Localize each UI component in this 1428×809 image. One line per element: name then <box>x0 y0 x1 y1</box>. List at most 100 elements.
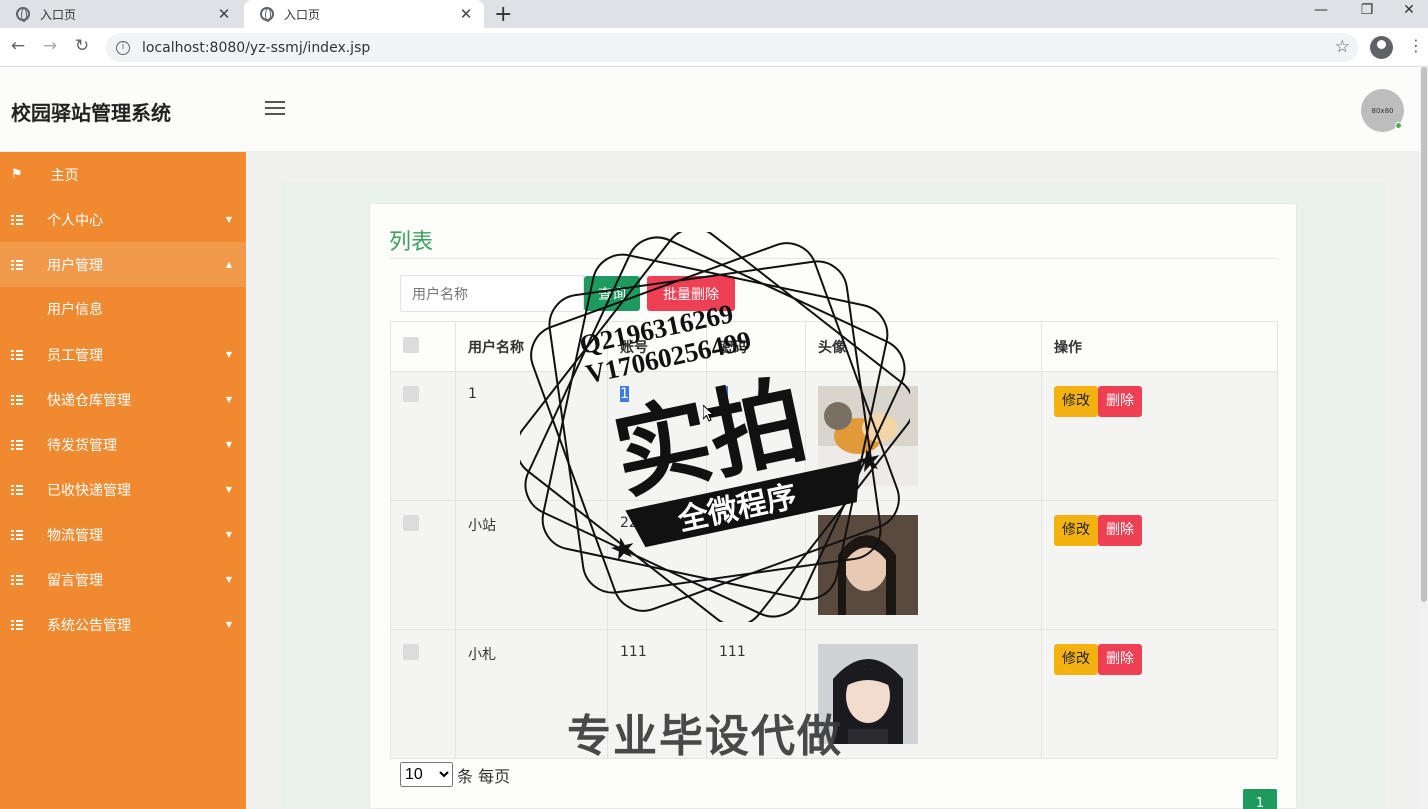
sidebar-item-label: 已收快递管理 <box>47 482 131 499</box>
cell-password: 1 <box>706 371 806 501</box>
minimize-button[interactable]: — <box>1298 2 1344 18</box>
sidebar-item-user-management[interactable]: 用户管理 ▲ <box>0 242 246 287</box>
cell-username: 小札 <box>455 629 608 759</box>
select-all-checkbox[interactable] <box>403 336 419 353</box>
cell-account: 1 <box>607 371 707 501</box>
page-title: 列表 <box>389 230 434 255</box>
sidebar-item-home[interactable]: ⚑ 主页 <box>0 152 246 197</box>
delete-button[interactable]: 删除 <box>1098 644 1142 675</box>
cell-account: 222 <box>607 500 707 630</box>
sidebar-item-received-express[interactable]: 已收快递管理 ▼ <box>0 467 246 512</box>
browser-tab-1[interactable]: 入口页 ✕ <box>0 0 242 28</box>
cell-avatar <box>805 629 1042 759</box>
restore-button[interactable]: ❐ <box>1344 2 1390 18</box>
close-tab-icon[interactable]: ✕ <box>458 5 474 23</box>
row-checkbox[interactable] <box>403 386 419 402</box>
bookmark-star-icon[interactable]: ☆ <box>1335 37 1350 57</box>
grid-icon <box>11 214 23 225</box>
divider <box>389 258 1278 259</box>
row-checkbox[interactable] <box>403 644 419 660</box>
sidebar-item-label: 用户管理 <box>47 257 103 274</box>
profile-icon[interactable] <box>1370 36 1393 59</box>
grid-icon <box>11 574 23 585</box>
sidebar-item-label: 系统公告管理 <box>47 617 131 634</box>
row-checkbox[interactable] <box>403 515 419 531</box>
back-icon[interactable]: ← <box>8 36 28 56</box>
sidebar-item-pending-shipment[interactable]: 待发货管理 ▼ <box>0 422 246 467</box>
scrollbar-thumb[interactable] <box>1421 67 1427 602</box>
edit-button[interactable]: 修改 <box>1054 515 1098 546</box>
sidebar-item-label: 员工管理 <box>47 347 103 364</box>
cell-account: 111 <box>607 629 707 759</box>
batch-delete-button[interactable]: 批量删除 <box>647 276 735 311</box>
column-header-username: 用户名称 <box>455 321 608 372</box>
delete-button[interactable]: 删除 <box>1098 515 1142 546</box>
cell-actions: 修改 删除 <box>1041 500 1278 630</box>
close-window-button[interactable]: ✕ <box>1390 2 1428 18</box>
edit-button[interactable]: 修改 <box>1054 644 1098 675</box>
selected-text: 1 <box>620 386 629 402</box>
sidebar-item-label: 物流管理 <box>47 527 103 544</box>
sidebar-item-messages[interactable]: 留言管理 ▼ <box>0 557 246 602</box>
chevron-down-icon: ▼ <box>225 530 232 539</box>
url-field[interactable]: i localhost:8080/yz-ssmj/index.jsp ☆ <box>106 33 1358 62</box>
sidebar-item-warehouse-management[interactable]: 快递仓库管理 ▼ <box>0 377 246 422</box>
tab-title: 入口页 <box>284 7 321 22</box>
column-header-actions: 操作 <box>1041 321 1278 372</box>
grid-icon <box>11 484 23 495</box>
page-scrollbar[interactable] <box>1420 67 1428 809</box>
sidebar-item-employee-management[interactable]: 员工管理 ▼ <box>0 332 246 377</box>
sidebar-item-label: 快递仓库管理 <box>47 392 131 409</box>
page-size-select[interactable]: 10 <box>400 762 453 787</box>
sidebar-item-personal-center[interactable]: 个人中心 ▼ <box>0 197 246 242</box>
cell-avatar <box>805 371 1042 501</box>
chevron-down-icon: ▼ <box>225 215 232 224</box>
sidebar-item-label: 待发货管理 <box>47 437 117 454</box>
browser-tab-2[interactable]: 入口页 ✕ <box>244 0 484 28</box>
sidebar-item-label: 个人中心 <box>47 212 103 229</box>
app-title: 校园驿站管理系统 <box>11 101 171 125</box>
browser-tabstrip: 入口页 ✕ 入口页 ✕ + — ❐ ✕ <box>0 0 1428 28</box>
cell-avatar <box>805 500 1042 630</box>
grid-icon <box>11 349 23 360</box>
online-status-icon <box>1395 122 1402 129</box>
chevron-down-icon: ▼ <box>225 485 232 494</box>
avatar-photo-cat <box>818 386 918 486</box>
reload-icon[interactable]: ↻ <box>72 36 92 56</box>
hamburger-menu-icon[interactable] <box>265 101 285 117</box>
grid-icon <box>11 394 23 405</box>
menu-icon[interactable]: ⋮ <box>1408 36 1424 55</box>
edit-button[interactable]: 修改 <box>1054 386 1098 417</box>
sidebar-item-label: 留言管理 <box>47 572 103 589</box>
list-card: 列表 查询 批量删除 用户名称 账号 密码 头像 操作 1 1 1 <box>369 203 1297 809</box>
cell-actions: 修改 删除 <box>1041 371 1278 501</box>
cell-password: 111 <box>706 629 806 759</box>
new-tab-button[interactable]: + <box>494 2 512 27</box>
selected-text: 1 <box>719 386 728 402</box>
chevron-down-icon: ▼ <box>225 440 232 449</box>
avatar-photo-girl <box>818 515 918 615</box>
app-header: 校园驿站管理系统 80x80 <box>0 67 1420 152</box>
chevron-down-icon: ▼ <box>225 620 232 629</box>
table-row: 小站 222 修改 删除 <box>390 500 1278 630</box>
search-button[interactable]: 查询 <box>584 276 640 311</box>
page-size-control: 10 条 每页 <box>400 762 510 787</box>
column-header-account: 账号 <box>607 321 707 372</box>
sidebar-item-announcements[interactable]: 系统公告管理 ▼ <box>0 602 246 647</box>
url-text: localhost:8080/yz-ssmj/index.jsp <box>142 39 371 56</box>
username-search-input[interactable] <box>400 275 584 312</box>
forward-icon[interactable]: → <box>40 36 60 56</box>
info-icon[interactable]: i <box>116 40 130 55</box>
globe-icon <box>16 7 30 22</box>
chevron-up-icon: ▲ <box>225 260 232 269</box>
sidebar-subitem-user-info[interactable]: 用户信息 <box>0 286 246 331</box>
sidebar-item-logistics[interactable]: 物流管理 ▼ <box>0 512 246 557</box>
cell-password <box>706 500 806 630</box>
delete-button[interactable]: 删除 <box>1098 386 1142 417</box>
close-tab-icon[interactable]: ✕ <box>216 5 232 23</box>
current-page-button[interactable]: 1 <box>1243 789 1277 809</box>
avatar-placeholder-text: 80x80 <box>1371 106 1394 115</box>
user-avatar[interactable]: 80x80 <box>1361 89 1404 132</box>
user-table: 用户名称 账号 密码 头像 操作 1 1 1 修改 删除 小站 222 修改 删… <box>390 321 1278 759</box>
grid-icon <box>11 529 23 540</box>
